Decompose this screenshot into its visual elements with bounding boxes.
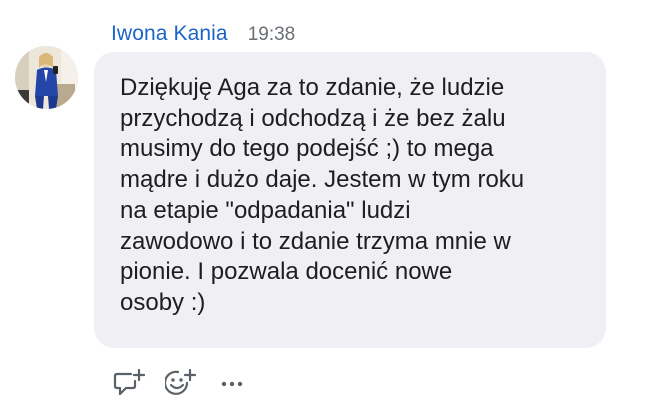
comment-header: Iwona Kania 19:38 — [111, 22, 295, 50]
author-name[interactable]: Iwona Kania — [111, 22, 228, 46]
add-reaction-icon — [165, 368, 197, 395]
avatar-photo — [15, 46, 78, 109]
avatar[interactable] — [15, 46, 78, 109]
more-options-button[interactable] — [216, 366, 250, 398]
reply-button[interactable] — [112, 366, 146, 398]
comment-actions — [112, 366, 268, 398]
comment-text: Dziękuję Aga za to zdanie, że ludzie prz… — [120, 74, 525, 316]
comment-container: Iwona Kania 19:38 Dziękuję Aga za to zda… — [0, 0, 648, 414]
add-reaction-button[interactable] — [164, 366, 198, 398]
comment-bubble: Dziękuję Aga za to zdanie, że ludzie prz… — [94, 52, 606, 348]
more-options-icon — [221, 381, 243, 387]
reply-comment-icon — [113, 368, 145, 396]
timestamp[interactable]: 19:38 — [248, 24, 296, 46]
